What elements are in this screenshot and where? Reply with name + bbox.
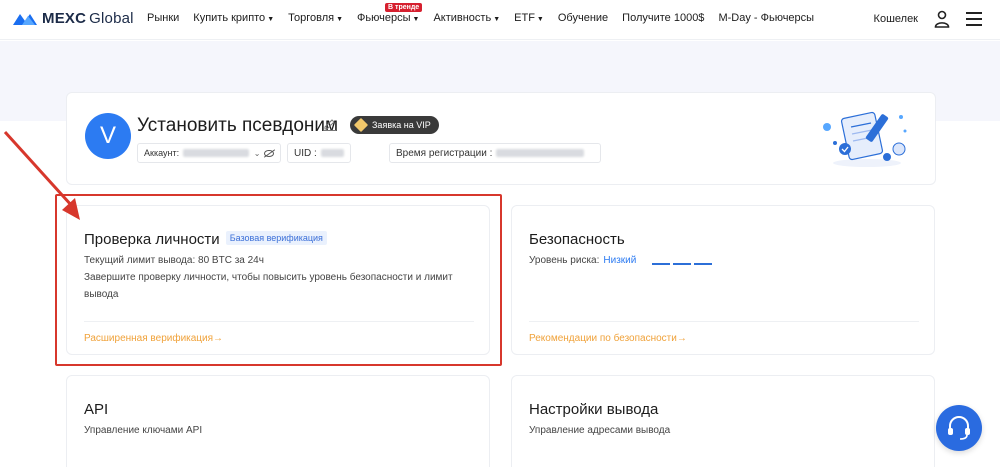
caret-down-icon: ▼ — [493, 16, 501, 23]
support-chat-button[interactable] — [936, 405, 982, 451]
user-icon[interactable] — [934, 10, 950, 28]
eye-hidden-icon[interactable] — [264, 149, 274, 157]
pencil-edit-icon[interactable] — [323, 117, 337, 131]
nav-trade[interactable]: Торговля ▼ — [288, 12, 343, 24]
caret-down-icon: ▼ — [267, 16, 275, 23]
chevron-down-icon[interactable]: ⌄ — [254, 149, 261, 158]
nav-buy-crypto[interactable]: Купить крипто ▼ — [193, 12, 274, 24]
withdrawal-settings-title: Настройки вывода — [529, 401, 659, 418]
mexc-logo-icon — [13, 13, 37, 25]
vip-apply-button[interactable]: Заявка на VIP — [350, 116, 439, 134]
withdrawal-settings-card[interactable]: Настройки вывода Управление адресами выв… — [511, 375, 935, 467]
nav-mday-futures[interactable]: M-Day - Фьючерсы — [718, 12, 814, 24]
hamburger-menu-icon[interactable] — [966, 12, 982, 26]
risk-level-value: Низкий — [603, 255, 637, 266]
masked-uid — [320, 149, 344, 157]
masked-email — [183, 149, 249, 157]
withdrawal-settings-description: Управление адресами вывода — [529, 425, 671, 436]
highlight-box — [55, 194, 502, 366]
red-arrow-icon — [3, 130, 80, 220]
caret-down-icon: ▼ — [336, 16, 344, 23]
security-recommendations-link[interactable]: Рекомендации по безопасности→ — [529, 333, 687, 344]
set-nickname-title[interactable]: Установить псевдоним — [137, 115, 338, 137]
caret-down-icon: ▼ — [412, 16, 420, 23]
api-card[interactable]: API Управление ключами API — [66, 375, 490, 467]
verification-illustration — [823, 111, 907, 167]
header-actions: Кошелек — [874, 10, 982, 28]
nav-etf[interactable]: ETF ▼ — [514, 12, 544, 24]
api-description: Управление ключами API — [84, 425, 203, 436]
api-title: API — [84, 401, 109, 418]
nav-activity[interactable]: Активность ▼ — [433, 12, 500, 24]
brand-name: MEXC Global — [42, 10, 134, 27]
risk-level-row: Уровень риска: Низкий — [529, 255, 637, 266]
nav-learn[interactable]: Обучение — [558, 12, 608, 24]
registration-time-field: Время регистрации : — [389, 143, 601, 163]
nav-get-1000[interactable]: Получите 1000$ — [622, 12, 704, 24]
risk-level-indicator — [652, 263, 715, 265]
masked-registration-time — [496, 149, 585, 157]
uid-field: UID : — [287, 143, 351, 163]
top-navigation: MEXC Global Рынки Купить крипто ▼ Торговля… — [0, 0, 1000, 40]
card-divider — [529, 321, 919, 322]
profile-card: V Установить псевдоним Заявка на VIP Акк… — [66, 92, 936, 185]
avatar[interactable]: V — [85, 113, 131, 159]
security-card: Безопасность Уровень риска: Низкий Рекоме… — [511, 205, 935, 355]
trending-badge: В тренде — [385, 3, 423, 12]
headset-icon — [948, 416, 970, 440]
mexc-logo[interactable]: MEXC Global — [12, 10, 134, 27]
wallet-link[interactable]: Кошелек — [874, 13, 918, 25]
main-menu: Рынки Купить крипто ▼ Торговля ▼ В тренде … — [147, 3, 828, 24]
account-field[interactable]: Аккаунт: ⌄ — [137, 143, 281, 163]
security-title: Безопасность — [529, 231, 625, 248]
diamond-icon — [353, 117, 369, 133]
caret-down-icon: ▼ — [536, 16, 544, 23]
nav-markets[interactable]: Рынки — [147, 12, 179, 24]
nav-futures[interactable]: В тренде Фьючерсы ▼ — [357, 3, 423, 24]
